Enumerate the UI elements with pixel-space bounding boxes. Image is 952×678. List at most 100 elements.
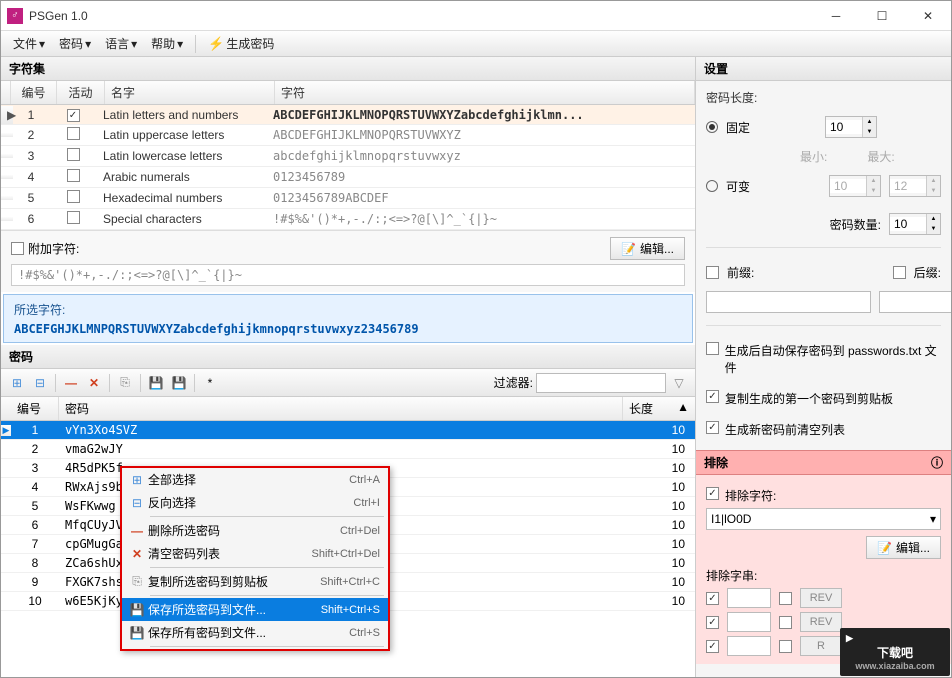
- cm-copy-selected[interactable]: ⎘复制所选密码到剪贴板Shift+Ctrl+C: [122, 570, 388, 593]
- charset-active-checkbox[interactable]: [67, 127, 80, 140]
- copy-icon: ⎘: [126, 574, 148, 589]
- cm-save-all[interactable]: 💾保存所有密码到文件...Ctrl+S: [122, 621, 388, 644]
- charset-active-checkbox[interactable]: [67, 211, 80, 224]
- close-button[interactable]: ✕: [905, 1, 951, 31]
- info-icon[interactable]: ⓘ: [931, 454, 943, 471]
- menu-generate[interactable]: ⚡生成密码: [202, 32, 280, 55]
- exstr3-input[interactable]: [727, 636, 771, 656]
- append-checkbox[interactable]: [11, 242, 24, 255]
- context-menu: ⊞全部选择Ctrl+A ⊟反向选择Ctrl+I —删除所选密码Ctrl+Del …: [120, 466, 390, 651]
- rev-label: REV: [800, 612, 842, 632]
- filter-icon[interactable]: ▽: [669, 373, 689, 393]
- pcol-num[interactable]: 编号: [11, 397, 59, 420]
- exclude-chars-checkbox[interactable]: ✓: [706, 487, 719, 500]
- cm-invert[interactable]: ⊟反向选择Ctrl+I: [122, 491, 388, 514]
- append-edit-button[interactable]: 📝编辑...: [610, 237, 685, 260]
- menu-help[interactable]: 帮助 ▾: [145, 32, 189, 55]
- exclude-chars-dropdown[interactable]: I1|lO0D▾: [706, 508, 941, 530]
- exstr2-checkbox[interactable]: ✓: [706, 616, 719, 629]
- exstr2-input[interactable]: [727, 612, 771, 632]
- charset-active-checkbox[interactable]: [67, 190, 80, 203]
- autosave-checkbox[interactable]: [706, 342, 719, 355]
- password-toolbar: ⊞ ⊟ — ✕ ⎘ 💾 💾 * 过滤器: ▽: [1, 369, 695, 397]
- charset-row[interactable]: 2 Latin uppercase letters ABCDEFGHIJKLMN…: [1, 125, 695, 146]
- minimize-button[interactable]: ─: [813, 1, 859, 31]
- password-header: 密码: [1, 345, 695, 369]
- fixed-length-input[interactable]: ▲▼: [825, 116, 877, 138]
- variable-radio[interactable]: [706, 180, 718, 192]
- maximize-button[interactable]: ☐: [859, 1, 905, 31]
- charset-row[interactable]: ▶ 1 ✓ Latin letters and numbers ABCDEFGH…: [1, 105, 695, 125]
- charset-table: 编号 活动 名字 字符 ▶ 1 ✓ Latin letters and numb…: [1, 81, 695, 230]
- cm-select-all[interactable]: ⊞全部选择Ctrl+A: [122, 468, 388, 491]
- invert-icon: ⊟: [126, 496, 148, 510]
- count-input[interactable]: ▲▼: [889, 213, 941, 235]
- charset-row[interactable]: 3 Latin lowercase letters abcdefghijklmn…: [1, 146, 695, 167]
- delete-icon[interactable]: —: [61, 373, 81, 393]
- menu-file[interactable]: 文件 ▾: [7, 32, 51, 55]
- exstr2-rev-checkbox[interactable]: [779, 616, 792, 629]
- append-label: 附加字符:: [28, 240, 79, 257]
- clearbefore-checkbox[interactable]: ✓: [706, 421, 719, 434]
- charset-row[interactable]: 4 Arabic numerals 0123456789: [1, 167, 695, 188]
- chevron-down-icon: ▾: [39, 37, 45, 51]
- edit-icon: 📝: [877, 541, 892, 555]
- delete-icon: —: [126, 524, 148, 538]
- cm-clear[interactable]: ✕清空密码列表Shift+Ctrl+Del: [122, 542, 388, 565]
- prefix-checkbox[interactable]: [706, 266, 719, 279]
- prefix-input[interactable]: [706, 291, 871, 313]
- selected-chars-section: 所选字符: ABCEFGHJKLMNPQRSTUVWXYZabcdefghijk…: [3, 294, 693, 343]
- col-num[interactable]: 编号: [11, 81, 57, 104]
- invert-select-icon[interactable]: ⊟: [30, 373, 50, 393]
- edit-icon: 📝: [621, 242, 636, 256]
- modified-indicator: *: [200, 373, 220, 393]
- exclude-strings-label: 排除字串:: [706, 567, 941, 584]
- charset-active-checkbox[interactable]: [67, 169, 80, 182]
- exclude-edit-button[interactable]: 📝编辑...: [866, 536, 941, 559]
- filter-input[interactable]: [536, 373, 666, 393]
- prefix-label: 前缀:: [727, 264, 754, 281]
- max-label: 最大:: [867, 148, 894, 165]
- append-input[interactable]: [11, 264, 685, 286]
- cm-save-selected[interactable]: 💾保存所选密码到文件...Shift+Ctrl+S: [122, 598, 388, 621]
- pcol-len[interactable]: 长度▲: [623, 397, 695, 420]
- copy-icon[interactable]: ⎘: [115, 373, 135, 393]
- exstr3-rev-checkbox[interactable]: [779, 640, 792, 653]
- length-label: 密码长度:: [706, 89, 941, 106]
- max-input[interactable]: ▲▼: [889, 175, 941, 197]
- password-row[interactable]: ▶ 1 vYn3Xo4SVZ 10: [1, 421, 695, 440]
- chevron-down-icon: ▾: [131, 37, 137, 51]
- exstr1-rev-checkbox[interactable]: [779, 592, 792, 605]
- charset-row[interactable]: 6 Special characters !#$%&'()*+,-./:;<=>…: [1, 209, 695, 230]
- exstr1-checkbox[interactable]: ✓: [706, 592, 719, 605]
- selected-label: 所选字符:: [14, 301, 682, 318]
- save-all-icon[interactable]: 💾: [169, 373, 189, 393]
- save-sel-icon[interactable]: 💾: [146, 373, 166, 393]
- select-all-icon[interactable]: ⊞: [7, 373, 27, 393]
- menu-language[interactable]: 语言 ▾: [99, 32, 143, 55]
- charset-active-checkbox[interactable]: [67, 148, 80, 161]
- charset-active-checkbox[interactable]: ✓: [67, 109, 80, 122]
- fixed-radio[interactable]: [706, 121, 718, 133]
- col-chars[interactable]: 字符: [275, 81, 695, 104]
- clearbefore-label: 生成新密码前清空列表: [725, 421, 845, 438]
- menu-password[interactable]: 密码 ▾: [53, 32, 97, 55]
- pcol-pwd[interactable]: 密码: [59, 397, 623, 420]
- copyfirst-checkbox[interactable]: ✓: [706, 390, 719, 403]
- exstr3-checkbox[interactable]: ✓: [706, 640, 719, 653]
- cm-delete-selected[interactable]: —删除所选密码Ctrl+Del: [122, 519, 388, 542]
- exclude-chars-label: 排除字符:: [725, 487, 776, 504]
- suffix-checkbox[interactable]: [893, 266, 906, 279]
- save-icon: 💾: [126, 603, 148, 617]
- charset-row[interactable]: 5 Hexadecimal numbers 0123456789ABCDEF: [1, 188, 695, 209]
- menu-separator: [195, 35, 196, 53]
- col-name[interactable]: 名字: [105, 81, 275, 104]
- min-input[interactable]: ▲▼: [829, 175, 881, 197]
- password-row[interactable]: 2 vmaG2wJY 10: [1, 440, 695, 459]
- clear-icon[interactable]: ✕: [84, 373, 104, 393]
- chevron-down-icon: ▾: [930, 512, 936, 526]
- col-active[interactable]: 活动: [57, 81, 105, 104]
- suffix-input[interactable]: [879, 291, 951, 313]
- watermark: ▶ 下载吧 www.xiazaiba.com: [840, 628, 950, 676]
- exstr1-input[interactable]: [727, 588, 771, 608]
